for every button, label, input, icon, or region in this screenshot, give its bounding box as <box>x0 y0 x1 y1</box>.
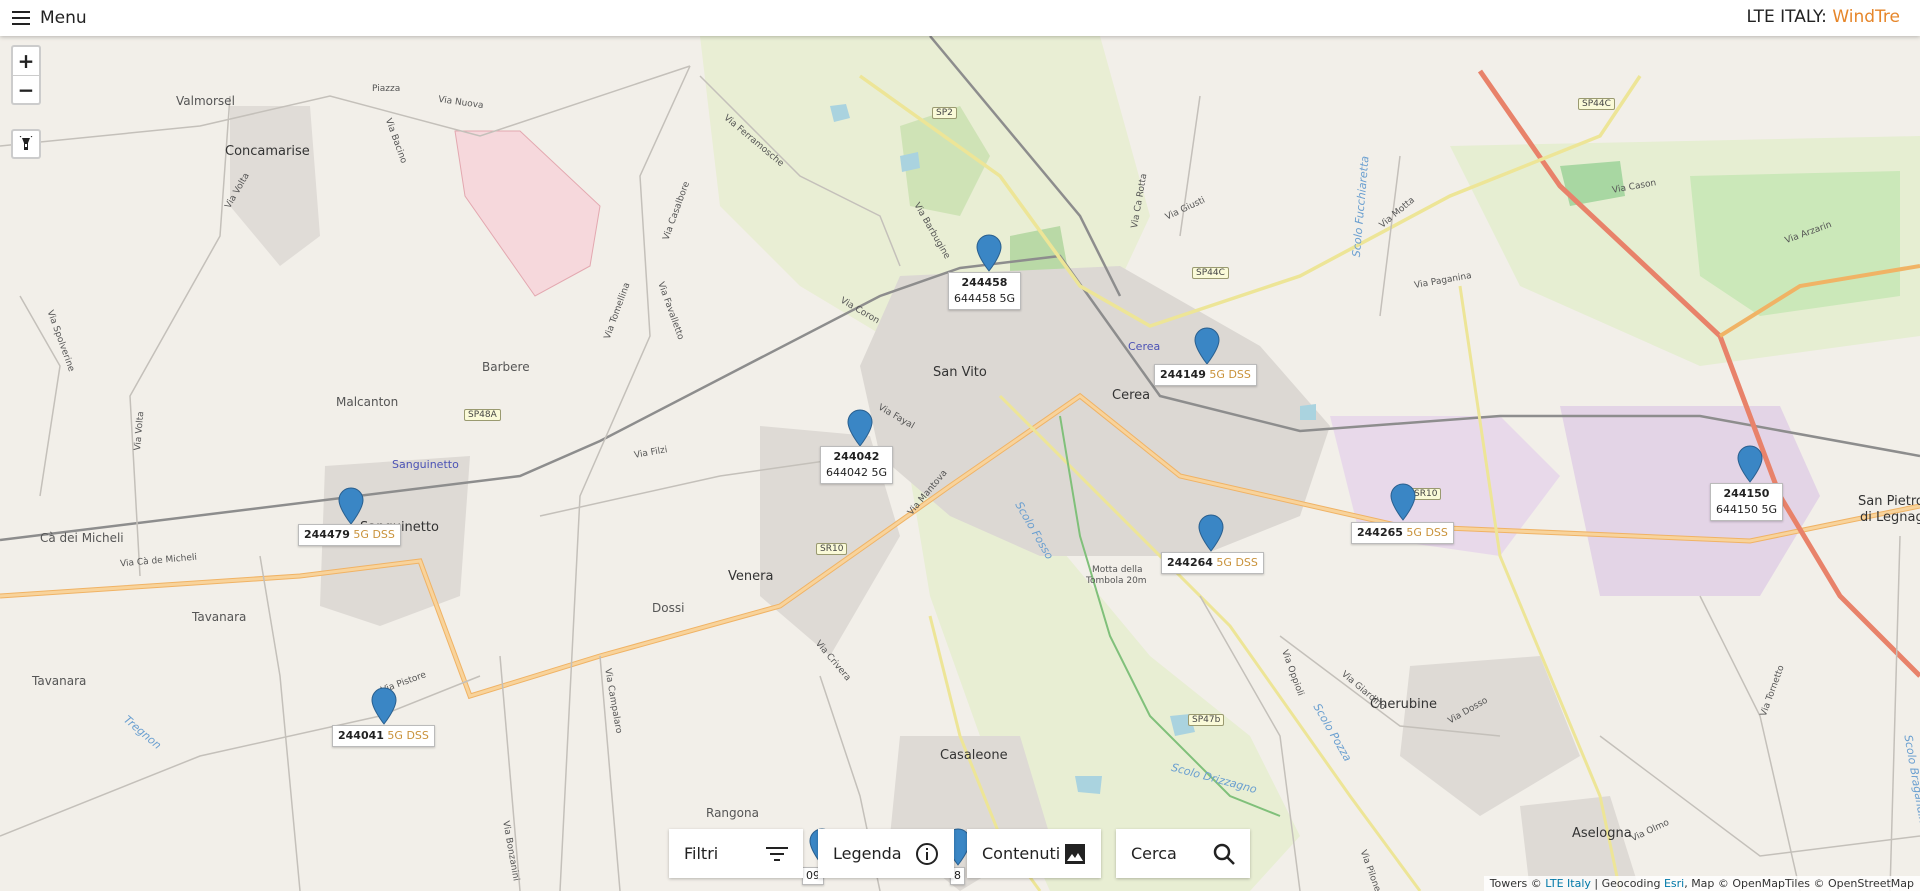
zoom-out-button[interactable]: − <box>13 75 39 103</box>
contents-button[interactable]: Contenuti <box>967 829 1101 878</box>
tower-label[interactable]: 244265 5G DSS <box>1351 522 1454 544</box>
tower-id: 244458 <box>961 276 1008 289</box>
brand-prefix: LTE ITALY: <box>1746 7 1833 27</box>
place-valmorsel: Valmorsel <box>176 94 235 108</box>
tower-label[interactable]: 244264 5G DSS <box>1161 552 1264 574</box>
place-di-legnago: di Legnago <box>1860 510 1920 525</box>
legend-button[interactable]: Legenda <box>818 829 954 878</box>
search-button[interactable]: Cerca <box>1116 829 1250 878</box>
tower-label[interactable]: 244479 5G DSS <box>298 524 401 546</box>
tower-label[interactable]: 244149 5G DSS <box>1154 364 1257 386</box>
search-icon <box>1213 843 1235 865</box>
tower-dss-badge: 5G DSS <box>1212 556 1258 569</box>
tower-dss-badge: 5G DSS <box>383 729 429 742</box>
place-san-vito: San Vito <box>933 365 987 380</box>
filters-button[interactable]: Filtri <box>669 829 803 878</box>
tower-label[interactable]: 244041 5G DSS <box>332 725 435 747</box>
place-casaleone: Casaleone <box>940 748 1008 763</box>
tower-id: 244265 5G DSS <box>1357 526 1448 539</box>
tower-secondary-id: 644458 5G <box>954 292 1016 305</box>
place-sanguinetto-station: Sanguinetto <box>392 458 459 471</box>
hamburger-icon <box>12 11 30 25</box>
place-tavanara-2: Tavanara <box>32 674 87 688</box>
filters-label: Filtri <box>684 844 719 863</box>
tower-secondary-id: 644150 5G <box>1716 503 1778 516</box>
road-tag: SP44C <box>1578 98 1615 110</box>
attrib-towers: Towers © <box>1489 877 1546 890</box>
place-barbere: Barbere <box>482 360 530 374</box>
tower-id: 244149 5G DSS <box>1160 368 1251 381</box>
road-tag: SR10 <box>816 543 848 555</box>
place-san-pietro: San Pietro <box>1858 494 1920 509</box>
info-icon <box>916 842 938 865</box>
menu-label: Menu <box>40 8 87 28</box>
tower-label[interactable]: 244150 644150 5G <box>1710 483 1784 521</box>
road-tag: SP2 <box>932 107 957 119</box>
attrib-geocoding: | Geocoding <box>1590 877 1664 890</box>
tower-id: 244479 5G DSS <box>304 528 395 541</box>
filter-icon <box>766 846 788 861</box>
zoom-control: + − <box>11 45 41 105</box>
tower-label[interactable]: 244042 644042 5G <box>820 446 894 484</box>
contents-label: Contenuti <box>982 844 1061 863</box>
top-bar: Menu LTE ITALY: WindTre <box>0 0 1920 36</box>
attrib-lte-link[interactable]: LTE Italy <box>1545 877 1591 890</box>
place-tavanara-1: Tavanara <box>192 610 247 624</box>
road-tag: SP48A <box>464 409 501 421</box>
map-attribution: Towers © LTE Italy | Geocoding Esri, Map… <box>1483 876 1920 891</box>
place-concamarise: Concamarise <box>225 144 310 159</box>
place-tombola: Tombola 20m <box>1086 576 1147 586</box>
place-piazza: Piazza <box>372 84 401 94</box>
tower-dss-badge: 5G DSS <box>1402 526 1448 539</box>
flashlight-icon <box>19 136 33 150</box>
menu-button[interactable]: Menu <box>12 8 87 28</box>
tower-secondary-id: 644042 5G <box>826 466 888 479</box>
attrib-map: , Map © OpenMapTiles © OpenStreetMap <box>1684 877 1914 890</box>
tower-id: 244042 <box>833 450 880 463</box>
flashlight-button[interactable] <box>11 129 41 159</box>
tower-dss-badge: 5G DSS <box>1205 368 1251 381</box>
place-motta: Motta della <box>1092 565 1143 575</box>
legend-label: Legenda <box>833 844 902 863</box>
tower-label[interactable]: 244458 644458 5G <box>948 272 1022 310</box>
tower-id: 244264 5G DSS <box>1167 556 1258 569</box>
road-tag: SP47b <box>1188 714 1225 726</box>
brand-operator: WindTre <box>1832 7 1900 27</box>
place-venera: Venera <box>728 569 774 584</box>
place-rangona: Rangona <box>706 806 759 820</box>
place-cerea: Cerea <box>1112 388 1151 403</box>
tower-dss-badge: 5G DSS <box>349 528 395 541</box>
place-aselogna: Aselogna <box>1572 826 1632 841</box>
tower-id: 244041 5G DSS <box>338 729 429 742</box>
zoom-in-button[interactable]: + <box>13 47 39 75</box>
search-label: Cerca <box>1131 844 1177 863</box>
road-tag: SP44C <box>1192 267 1229 279</box>
image-icon <box>1065 843 1085 864</box>
brand-title: LTE ITALY: WindTre <box>1746 7 1900 27</box>
map-canvas[interactable]: Valmorsel Piazza Concamarise Barbere Mal… <box>0 36 1920 891</box>
place-cerea-station: Cerea <box>1128 340 1161 353</box>
place-dossi: Dossi <box>652 601 685 615</box>
tower-id: 244150 <box>1723 487 1770 500</box>
attrib-esri-link[interactable]: Esri <box>1664 877 1684 890</box>
place-ca-dei-micheli: Cà dei Micheli <box>40 531 124 545</box>
place-malcanton: Malcanton <box>336 395 399 409</box>
